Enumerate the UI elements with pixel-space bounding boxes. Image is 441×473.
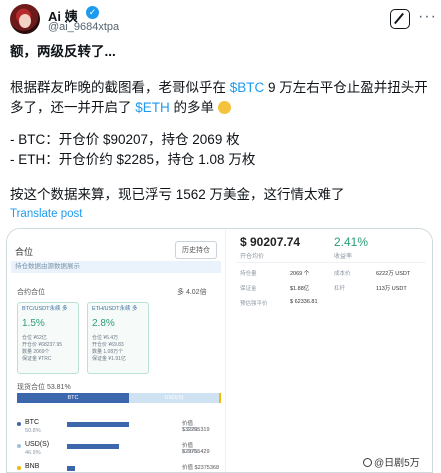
spot-ratio-label: 现货合位 53.81% [17,384,71,391]
kv-leverage: 杠杆 113万 USDT [334,286,407,292]
spot-ratio-bar: BTC USD(S) [17,393,221,403]
asset-bar [67,444,119,449]
entry-price-label: 开仓均价 [240,254,265,260]
sweat-smile-emoji-icon [217,101,231,114]
btc-position-card: BTC/USDT永续 多 1.5% 仓位 ¥62亿 开仓价 ¥68237.95 … [17,302,79,374]
kv-liquidation: 预估强平价 $ 62336.81 [240,299,318,307]
asset-row: BTC 50.8% 价值 $32295319 1.19% [17,419,221,439]
tweet-paragraph-3: 按这个数据来算，现已浮亏 1562 万美金，这行情太难了 [10,187,345,202]
divider [236,262,426,263]
verified-badge-icon: ✓ [86,6,99,19]
asset-bar [67,422,129,427]
cashtag-btc-link[interactable]: $BTC [230,80,265,95]
history-positions-button: 历史持仓 [175,241,217,259]
kv-cost: 成本价 6222万 USDT [334,271,411,277]
asset-row: USD(S) 46.9% 价值 $29755429 0.00% [17,441,221,461]
kv-margin: 保证金 $1.88亿 [240,286,310,292]
return-rate: 2.41% [334,235,369,249]
watermark: @日剧5万 [363,454,420,469]
positions-panel: 合位 历史持仓 持仓数据由源数据展示 合约合位 多 4.02倍 BTC/USDT… [7,229,225,472]
author-handle[interactable]: @ai_9684xtpa [48,21,119,33]
entry-price: $ 90207.74 [240,235,301,249]
avatar[interactable] [10,4,40,34]
cashtag-eth-link[interactable]: $ETH [135,100,170,115]
tweet-paragraph-1: 根据群友昨晚的截图看，老哥似乎在 $BTC 9 万左右平仓止盈并扭头开多了，还一… [10,80,428,115]
tweet-paragraph-2: - BTC：开仓价 $90207，持仓 2069 枚 - ETH：开仓价约 $2… [10,130,431,170]
return-rate-label: 收益率 [334,254,353,260]
asset-row: BNB 价值 $2375368 [17,463,221,472]
eth-position-card: ETH/USDT永续 多 2.8% 仓位 ¥6.4万 开仓价 ¥69.83 数量… [87,302,149,374]
more-options-icon[interactable]: ··· [418,8,437,26]
contract-value: 多 4.02倍 [177,289,207,296]
btc-position-line: - BTC：开仓价 $90207，持仓 2069 枚 [10,132,240,147]
asset-bar [67,466,75,471]
ratio-segment-btc: BTC [17,393,129,403]
positions-title: 合位 [15,247,34,257]
tweet-header: Ai 姨 ✓ @ai_9684xtpa ··· [10,4,436,36]
ratio-segment-usd: USD(S) [129,393,219,403]
ratio-segment-bnb [219,393,221,403]
translate-post-link[interactable]: Translate post [10,208,82,220]
kv-holdings: 持仓量 2069 个 [240,271,310,277]
attached-screenshot[interactable]: 合位 历史持仓 持仓数据由源数据展示 合约合位 多 4.02倍 BTC/USDT… [6,228,433,473]
eth-position-line: - ETH：开仓价约 $2285，持仓 1.08 万枚 [10,152,256,167]
contract-label: 合约合位 [17,289,45,296]
info-strip: 持仓数据由源数据展示 [11,261,221,273]
grok-icon[interactable] [390,9,410,29]
tweet-title: 额，两级反转了... [10,44,116,59]
position-detail-panel: $ 90207.74 2.41% 开仓均价 收益率 持仓量 2069 个 成本价 6… [225,229,432,472]
